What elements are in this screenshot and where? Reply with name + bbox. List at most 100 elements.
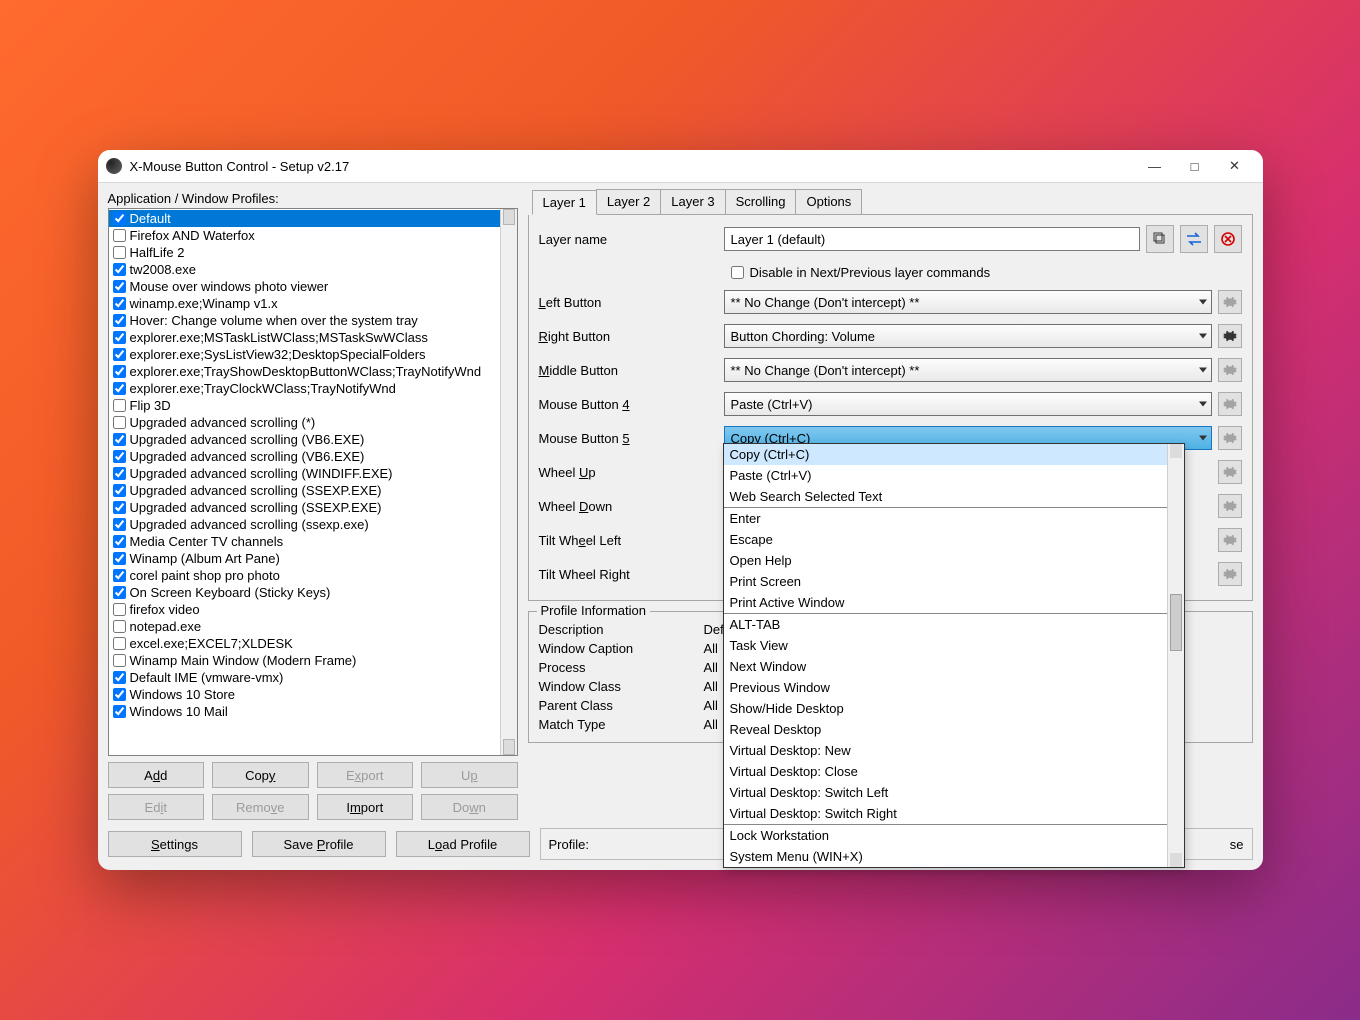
tab-options[interactable]: Options: [795, 189, 862, 214]
gear-icon[interactable]: [1218, 494, 1242, 518]
import-button[interactable]: Import: [317, 794, 414, 820]
tab-layer-1[interactable]: Layer 1: [532, 190, 597, 215]
dropdown-option[interactable]: Virtual Desktop: Close: [724, 761, 1167, 782]
layer-name-input[interactable]: [724, 227, 1140, 251]
profile-row[interactable]: Upgraded advanced scrolling (ssexp.exe): [109, 516, 500, 533]
tab-layer-3[interactable]: Layer 3: [660, 189, 725, 214]
dropdown-option[interactable]: Virtual Desktop: New: [724, 740, 1167, 761]
gear-icon[interactable]: [1218, 426, 1242, 450]
mouse-button-5-dropdown[interactable]: Copy (Ctrl+C)Paste (Ctrl+V)Web Search Se…: [723, 443, 1185, 868]
gear-icon[interactable]: [1218, 290, 1242, 314]
gear-icon[interactable]: [1218, 392, 1242, 416]
profile-checkbox[interactable]: [113, 399, 126, 412]
profile-row[interactable]: Windows 10 Store: [109, 686, 500, 703]
gear-icon[interactable]: [1218, 528, 1242, 552]
profile-row[interactable]: Winamp Main Window (Modern Frame): [109, 652, 500, 669]
profile-row[interactable]: Windows 10 Mail: [109, 703, 500, 720]
dropdown-option[interactable]: ALT-TAB: [724, 614, 1167, 635]
profile-checkbox[interactable]: [113, 569, 126, 582]
add-button[interactable]: Add: [108, 762, 205, 788]
profile-checkbox[interactable]: [113, 229, 126, 242]
dropdown-scrollbar[interactable]: [1167, 444, 1184, 867]
profile-row[interactable]: tw2008.exe: [109, 261, 500, 278]
edit-button[interactable]: Edit: [108, 794, 205, 820]
copy-layer-icon[interactable]: [1146, 225, 1174, 253]
profile-row[interactable]: explorer.exe;TrayShowDesktopButtonWClass…: [109, 363, 500, 380]
dropdown-option[interactable]: Paste (Ctrl+V): [724, 465, 1167, 486]
profile-checkbox[interactable]: [113, 314, 126, 327]
profile-checkbox[interactable]: [113, 620, 126, 633]
profile-row[interactable]: Hover: Change volume when over the syste…: [109, 312, 500, 329]
dropdown-option[interactable]: Print Active Window: [724, 592, 1167, 614]
profile-checkbox[interactable]: [113, 501, 126, 514]
dropdown-scroll-thumb[interactable]: [1170, 594, 1182, 651]
profile-row[interactable]: Upgraded advanced scrolling (*): [109, 414, 500, 431]
profile-checkbox[interactable]: [113, 450, 126, 463]
profile-row[interactable]: Mouse over windows photo viewer: [109, 278, 500, 295]
profile-row[interactable]: excel.exe;EXCEL7;XLDESK: [109, 635, 500, 652]
remove-button[interactable]: Remove: [212, 794, 309, 820]
down-button[interactable]: Down: [421, 794, 518, 820]
profile-checkbox[interactable]: [113, 246, 126, 259]
select-left-button[interactable]: ** No Change (Don't intercept) **: [724, 290, 1212, 314]
dropdown-option[interactable]: Escape: [724, 529, 1167, 550]
gear-icon[interactable]: [1218, 562, 1242, 586]
up-button[interactable]: Up: [421, 762, 518, 788]
profile-checkbox[interactable]: [113, 280, 126, 293]
settings-button[interactable]: Settings: [108, 831, 242, 857]
profile-checkbox[interactable]: [113, 654, 126, 667]
tab-layer-2[interactable]: Layer 2: [596, 189, 661, 214]
profile-row[interactable]: Default: [109, 210, 500, 227]
profile-checkbox[interactable]: [113, 331, 126, 344]
profile-checkbox[interactable]: [113, 518, 126, 531]
copy-button[interactable]: Copy: [212, 762, 309, 788]
profile-checkbox[interactable]: [113, 365, 126, 378]
profile-row[interactable]: Upgraded advanced scrolling (WINDIFF.EXE…: [109, 465, 500, 482]
profile-checkbox[interactable]: [113, 552, 126, 565]
dropdown-option[interactable]: Next Window: [724, 656, 1167, 677]
profile-row[interactable]: On Screen Keyboard (Sticky Keys): [109, 584, 500, 601]
dropdown-option[interactable]: Virtual Desktop: Switch Left: [724, 782, 1167, 803]
profile-row[interactable]: Media Center TV channels: [109, 533, 500, 550]
profile-checkbox[interactable]: [113, 586, 126, 599]
profile-row[interactable]: Upgraded advanced scrolling (VB6.EXE): [109, 448, 500, 465]
profile-row[interactable]: firefox video: [109, 601, 500, 618]
profile-row[interactable]: Upgraded advanced scrolling (SSEXP.EXE): [109, 482, 500, 499]
profile-checkbox[interactable]: [113, 688, 126, 701]
select-mouse-button-4[interactable]: Paste (Ctrl+V): [724, 392, 1212, 416]
profile-checkbox[interactable]: [113, 212, 126, 225]
dropdown-option[interactable]: Lock Workstation: [724, 825, 1167, 846]
dropdown-option[interactable]: Show/Hide Desktop: [724, 698, 1167, 719]
profile-row[interactable]: winamp.exe;Winamp v1.x: [109, 295, 500, 312]
dropdown-option[interactable]: Virtual Desktop: Switch Right: [724, 803, 1167, 825]
dropdown-option[interactable]: Reveal Desktop: [724, 719, 1167, 740]
gear-icon[interactable]: [1218, 324, 1242, 348]
dropdown-option[interactable]: System Menu (WIN+X): [724, 846, 1167, 867]
dropdown-option[interactable]: Print Screen: [724, 571, 1167, 592]
gear-icon[interactable]: [1218, 358, 1242, 382]
profile-checkbox[interactable]: [113, 416, 126, 429]
profile-checkbox[interactable]: [113, 382, 126, 395]
dropdown-option[interactable]: Task View: [724, 635, 1167, 656]
profile-checkbox[interactable]: [113, 484, 126, 497]
maximize-button[interactable]: □: [1175, 152, 1215, 180]
profile-row[interactable]: Winamp (Album Art Pane): [109, 550, 500, 567]
load-profile-button[interactable]: Load Profile: [396, 831, 530, 857]
profile-row[interactable]: Upgraded advanced scrolling (VB6.EXE): [109, 431, 500, 448]
profile-checkbox[interactable]: [113, 603, 126, 616]
dropdown-option[interactable]: Copy (Ctrl+C): [724, 444, 1167, 465]
dropdown-option[interactable]: Open Help: [724, 550, 1167, 571]
profile-checkbox[interactable]: [113, 705, 126, 718]
minimize-button[interactable]: —: [1135, 152, 1175, 180]
profile-row[interactable]: explorer.exe;TrayClockWClass;TrayNotifyW…: [109, 380, 500, 397]
select-right-button[interactable]: Button Chording: Volume: [724, 324, 1212, 348]
profile-checkbox[interactable]: [113, 535, 126, 548]
profile-checkbox[interactable]: [113, 671, 126, 684]
profile-row[interactable]: HalfLife 2: [109, 244, 500, 261]
tab-scrolling[interactable]: Scrolling: [725, 189, 797, 214]
profile-row[interactable]: explorer.exe;MSTaskListWClass;MSTaskSwWC…: [109, 329, 500, 346]
gear-icon[interactable]: [1218, 460, 1242, 484]
disable-layer-checkbox[interactable]: [731, 266, 744, 279]
profile-checkbox[interactable]: [113, 433, 126, 446]
profile-row[interactable]: notepad.exe: [109, 618, 500, 635]
